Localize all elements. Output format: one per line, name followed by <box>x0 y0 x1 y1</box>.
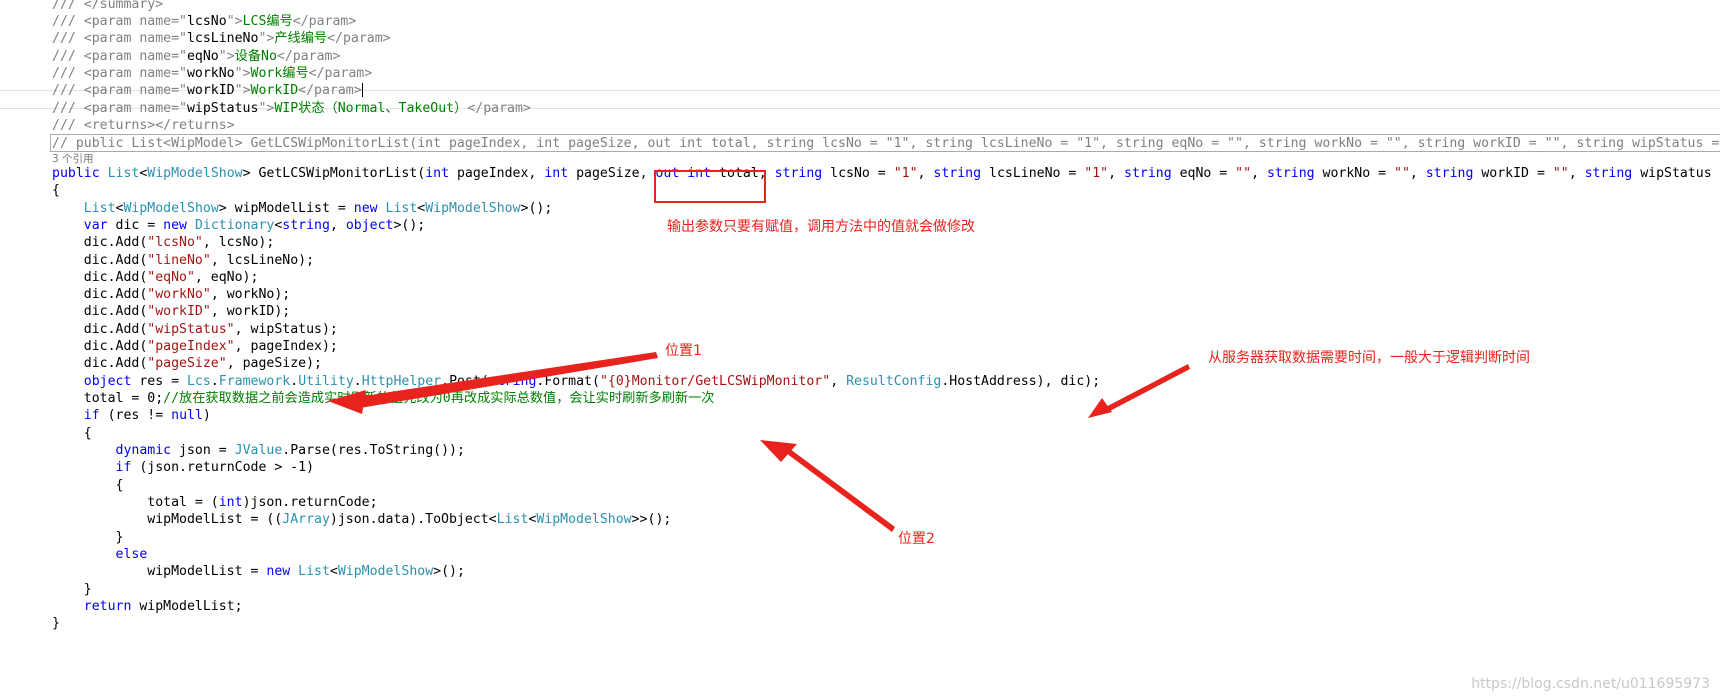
arrow-to-position-2 <box>782 446 895 532</box>
arrow-to-server-call <box>1100 364 1190 414</box>
annotation-arrows <box>328 352 1190 532</box>
arrow-to-position-1 <box>350 352 658 408</box>
arrow-head-position-1 <box>328 390 366 414</box>
arrow-head-server-call <box>1088 398 1112 418</box>
watermark: https://blog.csdn.net/u011695973 <box>1471 676 1710 692</box>
